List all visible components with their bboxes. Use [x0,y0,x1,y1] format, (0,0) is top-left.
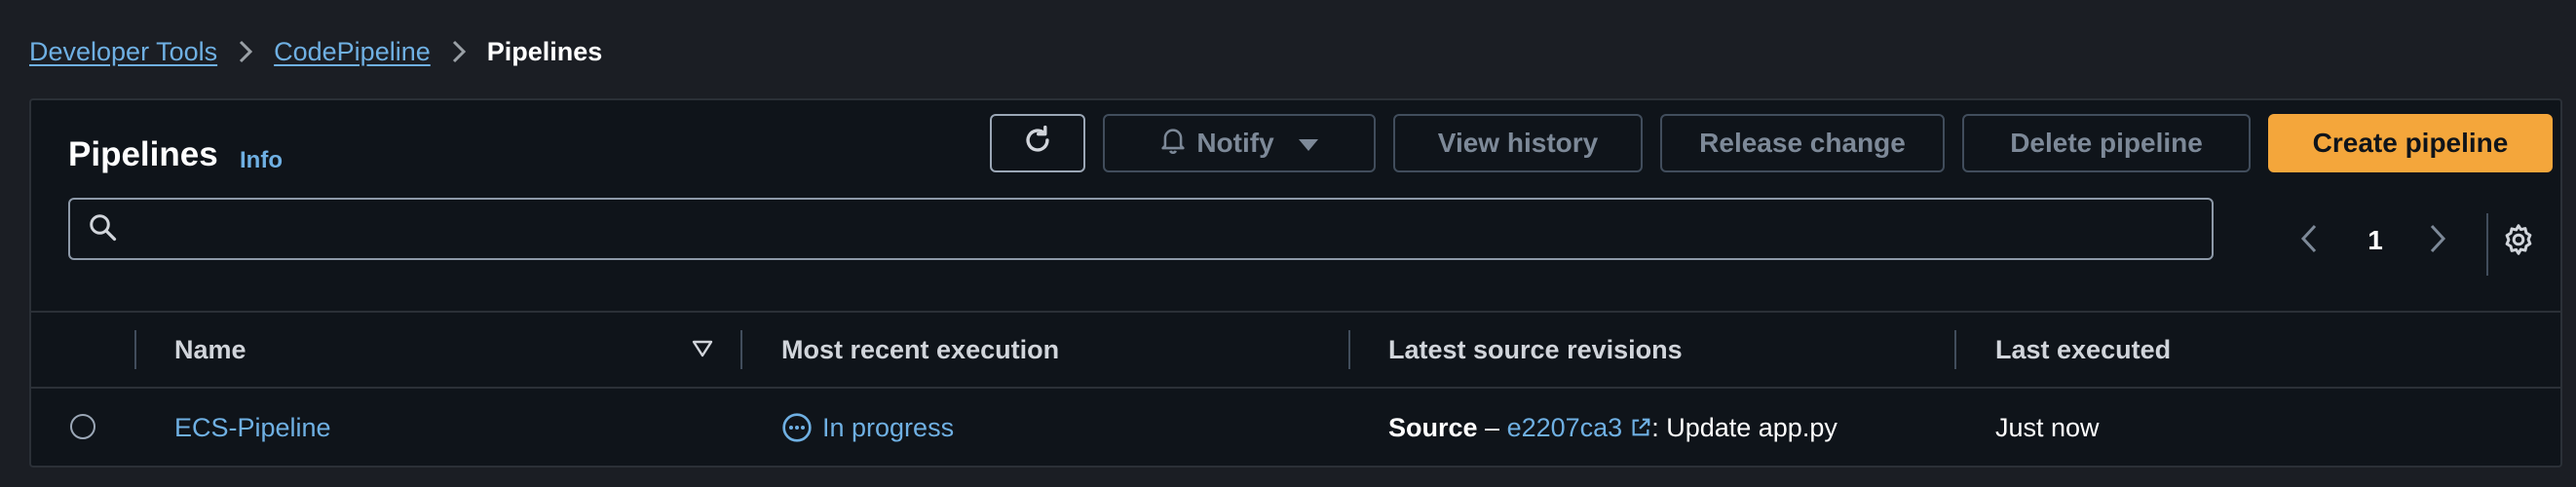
search-icon [88,212,117,246]
column-header-name[interactable]: Name [174,313,246,387]
table-header: Name Most recent execution Latest source… [31,311,2560,389]
current-page-number[interactable]: 1 [2356,223,2395,258]
column-divider [740,330,742,369]
pipelines-panel: Pipelines Info Notify View history Relea… [29,98,2562,468]
refresh-icon [1021,124,1054,164]
column-divider [1954,330,1956,369]
in-progress-icon [781,412,813,443]
breadcrumb: Developer Tools CodePipeline Pipelines [29,29,602,74]
bell-icon [1159,126,1187,162]
column-header-most-recent-execution[interactable]: Most recent execution [781,313,1059,387]
column-divider [1348,330,1350,369]
column-divider [134,330,136,369]
release-change-button[interactable]: Release change [1660,114,1945,172]
caret-down-icon [1298,128,1319,159]
create-pipeline-button[interactable]: Create pipeline [2268,114,2553,172]
external-link-icon[interactable] [1630,417,1651,438]
refresh-button[interactable] [990,114,1085,172]
chevron-right-icon [239,40,253,63]
revision-id-link[interactable]: e2207ca3 [1507,413,1623,443]
search-input[interactable] [129,212,2212,245]
breadcrumb-codepipeline[interactable]: CodePipeline [274,37,431,67]
revision-message: : Update app.py [1651,412,1837,442]
next-page-button[interactable] [2420,223,2455,258]
pagination-divider [2486,213,2488,276]
notify-button[interactable]: Notify [1103,114,1376,172]
row-select-radio[interactable] [70,414,95,439]
sort-descending-icon[interactable] [692,340,713,362]
column-header-latest-source-revisions[interactable]: Latest source revisions [1388,313,1683,387]
table-settings-button[interactable] [2496,219,2541,264]
breadcrumb-developer-tools[interactable]: Developer Tools [29,37,217,67]
pipeline-name-link[interactable]: ECS-Pipeline [174,389,331,467]
table-row: ECS-Pipeline In progress Source – e2207c… [31,389,2560,467]
chevron-left-icon [2300,223,2318,259]
source-dash: – [1477,412,1507,442]
view-history-button[interactable]: View history [1393,114,1643,172]
chevron-right-icon [452,40,466,63]
chevron-right-icon [2429,223,2446,259]
source-label: Source [1388,412,1478,442]
delete-pipeline-button[interactable]: Delete pipeline [1962,114,2251,172]
column-header-last-executed[interactable]: Last executed [1995,313,2171,387]
execution-status-label: In progress [822,412,955,442]
breadcrumb-current: Pipelines [486,36,603,66]
source-revision: Source – e2207ca3 : Update app.py [1388,389,1837,467]
page-title: Pipelines [68,135,218,173]
execution-status[interactable]: In progress [781,389,954,467]
last-executed-value: Just now [1995,412,2100,442]
notify-label: Notify [1196,128,1274,158]
info-link[interactable]: Info [240,147,283,174]
search-field[interactable] [68,198,2214,260]
previous-page-button[interactable] [2292,223,2327,258]
gear-icon [2501,222,2536,262]
